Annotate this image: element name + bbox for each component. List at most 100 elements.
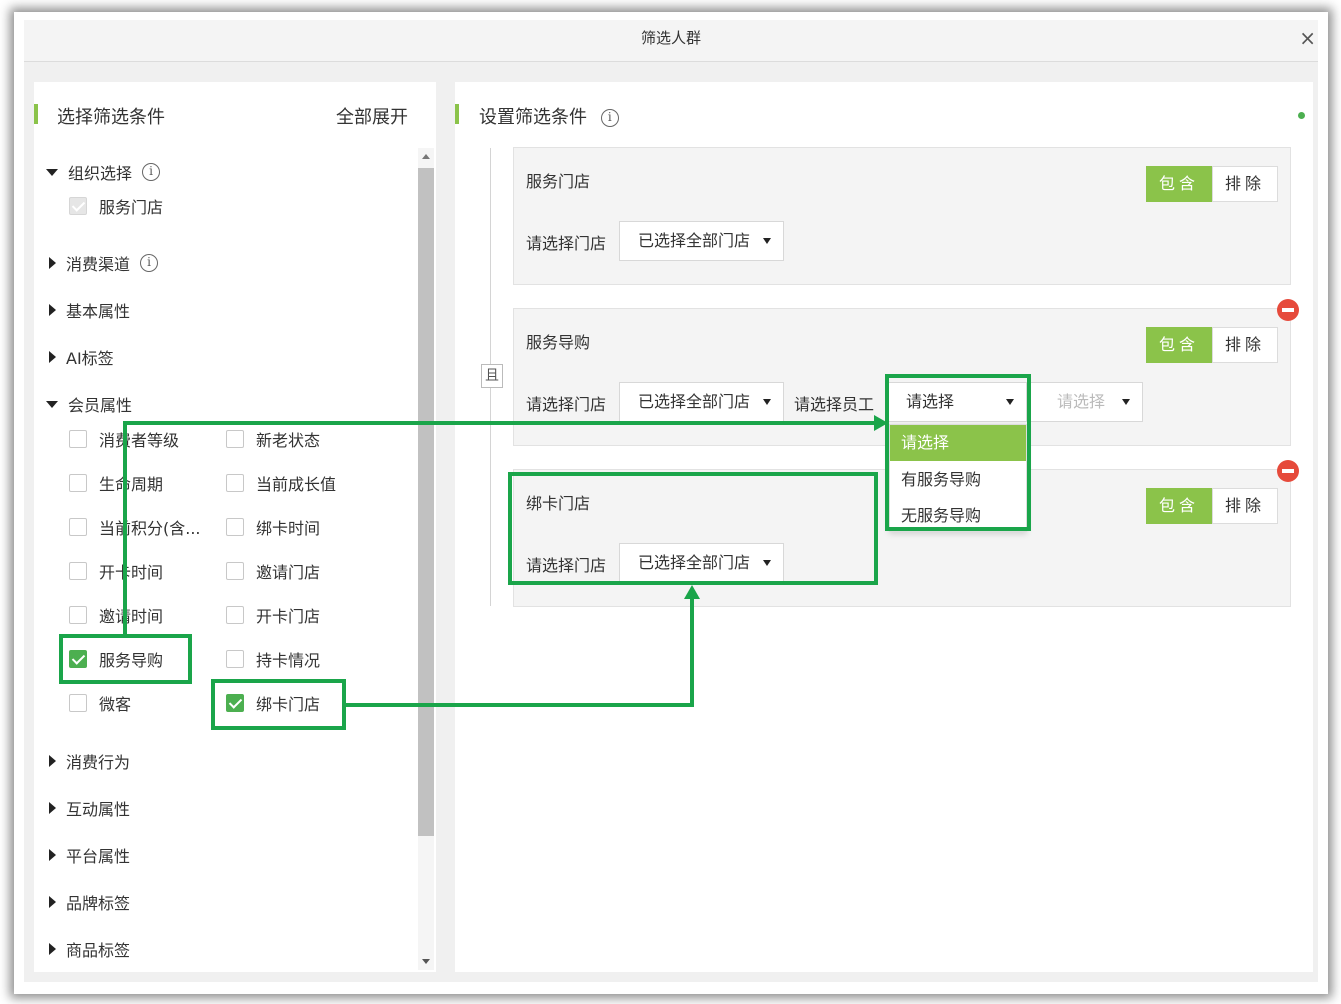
and-toggle[interactable]: 且 bbox=[481, 364, 503, 388]
tree-group-label: 会员属性 bbox=[68, 396, 133, 415]
tree-group-channel[interactable]: 消费渠道 i bbox=[49, 251, 159, 275]
staff-dropdown-menu: 请选择 有服务导购 无服务导购 bbox=[889, 424, 1027, 532]
remove-condition-icon[interactable] bbox=[1277, 460, 1299, 482]
tree-group-brand[interactable]: 品牌标签 bbox=[49, 890, 130, 914]
tree-group-platform[interactable]: 平台属性 bbox=[49, 843, 130, 867]
card-title: 绑卡门店 bbox=[526, 494, 591, 513]
card-title: 服务导购 bbox=[526, 333, 591, 352]
checkbox-lifecycle[interactable]: 生命周期 bbox=[69, 471, 163, 495]
expand-all-link[interactable]: 全部展开 bbox=[336, 103, 408, 129]
tree-group-consume[interactable]: 消费行为 bbox=[49, 749, 130, 773]
checkbox-label: 持卡情况 bbox=[256, 651, 321, 670]
menu-item-no-guide[interactable]: 无服务导购 bbox=[890, 498, 1026, 534]
include-exclude-toggle: 包含 排除 bbox=[1146, 327, 1278, 363]
checkbox-label: 新老状态 bbox=[256, 431, 321, 450]
checkbox-icon bbox=[69, 562, 87, 580]
checkbox-member-level[interactable]: 消费者等级 bbox=[69, 427, 179, 451]
exclude-button[interactable]: 排除 bbox=[1212, 488, 1278, 524]
store-select[interactable]: 已选择全部门店 bbox=[619, 221, 784, 261]
info-icon[interactable]: i bbox=[140, 254, 159, 272]
tree-group-label: 基本属性 bbox=[66, 302, 131, 321]
staff-select[interactable]: 请选择 bbox=[887, 382, 1027, 422]
set-conditions-label: 设置筛选条件 bbox=[479, 107, 587, 128]
include-button[interactable]: 包含 bbox=[1146, 166, 1212, 202]
menu-item-please-select[interactable]: 请选择 bbox=[890, 425, 1026, 461]
caret-down-icon bbox=[1122, 399, 1130, 405]
scroll-down-icon[interactable] bbox=[422, 959, 430, 964]
checkbox-icon bbox=[226, 606, 244, 624]
checkbox-icon bbox=[226, 562, 244, 580]
tree-group-product[interactable]: 商品标签 bbox=[49, 937, 130, 961]
section-accent-bar bbox=[34, 104, 38, 124]
checkbox-icon bbox=[226, 694, 244, 712]
scroll-up-icon[interactable] bbox=[422, 154, 430, 159]
card-title: 服务门店 bbox=[526, 172, 591, 191]
checkbox-weike[interactable]: 微客 bbox=[69, 691, 131, 715]
checkbox-label: 当前积分(含... bbox=[99, 519, 201, 538]
tree-group-label: 消费行为 bbox=[66, 753, 131, 772]
checkbox-label: 绑卡时间 bbox=[256, 519, 321, 538]
store-select-value: 已选择全部门店 bbox=[638, 231, 751, 250]
checkbox-service-store[interactable]: 服务门店 bbox=[69, 194, 163, 218]
checkbox-service-guide[interactable]: 服务导购 bbox=[69, 647, 163, 671]
checkbox-open-store[interactable]: 开卡门店 bbox=[226, 603, 320, 627]
checkbox-points[interactable]: 当前积分(含... bbox=[69, 515, 201, 539]
checkbox-icon bbox=[69, 197, 87, 215]
checkbox-open-time[interactable]: 开卡时间 bbox=[69, 559, 163, 583]
checkbox-icon bbox=[69, 694, 87, 712]
tree-group-label: 消费渠道 bbox=[66, 255, 131, 274]
store-select[interactable]: 已选择全部门店 bbox=[619, 543, 784, 583]
tree-group-basic[interactable]: 基本属性 bbox=[49, 298, 130, 322]
staff-select-label: 请选择员工 bbox=[794, 395, 875, 414]
checkbox-label: 绑卡门店 bbox=[256, 695, 321, 714]
checkbox-growth[interactable]: 当前成长值 bbox=[226, 471, 336, 495]
checkbox-label: 微客 bbox=[99, 695, 132, 714]
store-select[interactable]: 已选择全部门店 bbox=[619, 382, 784, 422]
checkbox-icon bbox=[69, 606, 87, 624]
checkbox-bind-time[interactable]: 绑卡时间 bbox=[226, 515, 320, 539]
store-select-label: 请选择门店 bbox=[526, 556, 607, 575]
info-icon[interactable]: i bbox=[600, 109, 619, 127]
left-scrollbar[interactable] bbox=[418, 148, 434, 970]
tree-group-label: 平台属性 bbox=[66, 847, 131, 866]
scroll-thumb[interactable] bbox=[418, 168, 434, 836]
checkbox-label: 开卡门店 bbox=[256, 607, 321, 626]
tree-group-interact[interactable]: 互动属性 bbox=[49, 796, 130, 820]
dialog-titlebar: 筛选人群 × bbox=[24, 20, 1318, 62]
info-icon[interactable]: i bbox=[142, 163, 161, 181]
tree-group-org[interactable]: 组织选择 i bbox=[46, 160, 161, 184]
remove-condition-icon[interactable] bbox=[1277, 299, 1299, 321]
caret-right-icon bbox=[49, 896, 56, 908]
include-exclude-toggle: 包含 排除 bbox=[1146, 488, 1278, 524]
tree-group-label: 互动属性 bbox=[66, 800, 131, 819]
store-select-label: 请选择门店 bbox=[526, 395, 607, 414]
checkbox-label: 生命周期 bbox=[99, 475, 164, 494]
caret-down-icon bbox=[46, 168, 58, 176]
tree-group-label: AI标签 bbox=[66, 349, 114, 368]
include-button[interactable]: 包含 bbox=[1146, 327, 1212, 363]
staff-sub-select[interactable]: 请选择 bbox=[1027, 382, 1143, 422]
section-accent-bar bbox=[455, 104, 459, 124]
checkbox-invite-time[interactable]: 邀请时间 bbox=[69, 603, 163, 627]
include-button[interactable]: 包含 bbox=[1146, 488, 1212, 524]
checkbox-bind-store[interactable]: 绑卡门店 bbox=[226, 691, 320, 715]
exclude-button[interactable]: 排除 bbox=[1212, 166, 1278, 202]
menu-item-has-guide[interactable]: 有服务导购 bbox=[890, 462, 1026, 498]
dialog-title: 筛选人群 bbox=[640, 29, 701, 47]
tree-group-member[interactable]: 会员属性 bbox=[46, 392, 132, 416]
close-icon[interactable]: × bbox=[1299, 20, 1316, 56]
staff-sub-select-value: 请选择 bbox=[1057, 392, 1106, 411]
select-conditions-title: 选择筛选条件 bbox=[57, 107, 165, 128]
tree-group-label: 商品标签 bbox=[66, 941, 131, 960]
checkbox-icon bbox=[69, 518, 87, 536]
checkbox-invite-store[interactable]: 邀请门店 bbox=[226, 559, 320, 583]
checkbox-label: 服务导购 bbox=[99, 651, 164, 670]
checkbox-label: 开卡时间 bbox=[99, 563, 164, 582]
checkbox-card-holding[interactable]: 持卡情况 bbox=[226, 647, 320, 671]
tree-group-ai[interactable]: AI标签 bbox=[49, 345, 114, 369]
staff-select-value: 请选择 bbox=[906, 392, 955, 411]
exclude-button[interactable]: 排除 bbox=[1212, 327, 1278, 363]
caret-down-icon bbox=[1006, 399, 1014, 405]
checkbox-new-old[interactable]: 新老状态 bbox=[226, 427, 320, 451]
caret-down-icon bbox=[763, 238, 771, 244]
